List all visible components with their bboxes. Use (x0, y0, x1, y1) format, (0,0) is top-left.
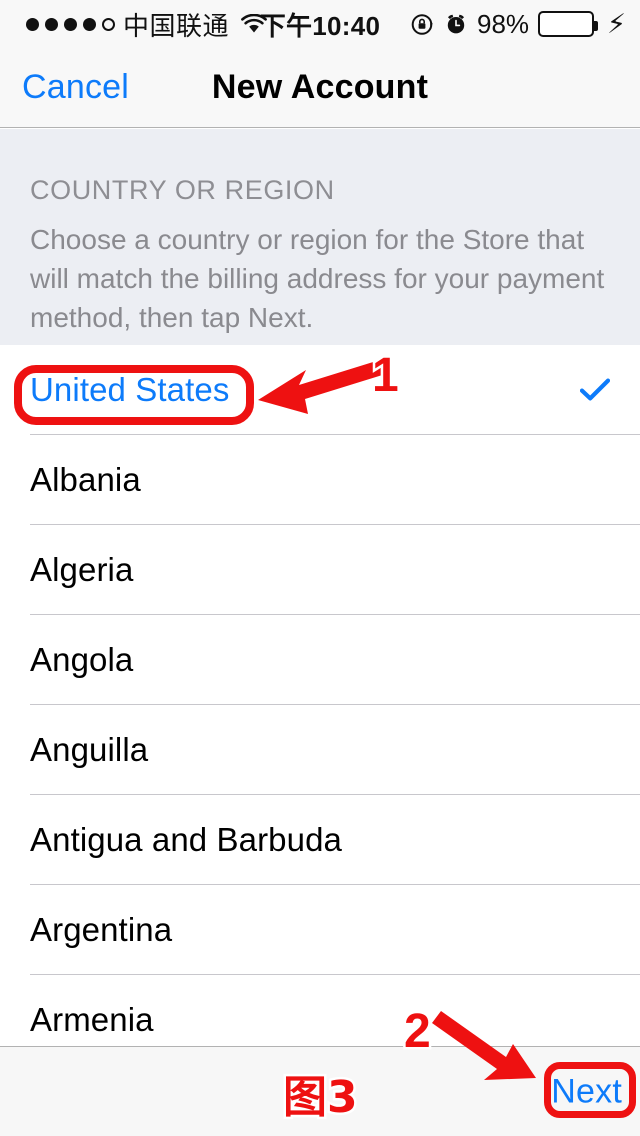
next-button[interactable]: Next (551, 1072, 622, 1111)
section-header-title: COUNTRY OR REGION (30, 177, 610, 204)
alarm-clock-icon (444, 12, 468, 36)
list-item[interactable]: United States (0, 345, 640, 435)
list-item-label: Anguilla (30, 731, 148, 769)
status-bar-right: 98% ⚡ (410, 0, 626, 48)
list-item-label: Algeria (30, 551, 133, 589)
list-item-label: Argentina (30, 911, 172, 949)
list-item-label: Angola (30, 641, 133, 679)
list-item-label: Albania (30, 461, 141, 499)
page-title: New Account (0, 48, 640, 127)
list-item-label: Armenia (30, 1001, 154, 1039)
bottom-toolbar: Next (0, 1046, 640, 1136)
country-list[interactable]: United States Albania Algeria Angola Ang… (0, 345, 640, 1046)
section-header-description: Choose a country or region for the Store… (30, 221, 610, 338)
list-item[interactable]: Angola (0, 615, 640, 705)
check-icon (580, 378, 610, 402)
section-header: COUNTRY OR REGION Choose a country or re… (0, 129, 640, 345)
list-item[interactable]: Anguilla (0, 705, 640, 795)
lightning-bolt-icon: ⚡ (607, 11, 626, 38)
list-item-label: Antigua and Barbuda (30, 821, 342, 859)
battery-icon (538, 11, 594, 37)
list-item[interactable]: Armenia (0, 975, 640, 1046)
list-item[interactable]: Antigua and Barbuda (0, 795, 640, 885)
status-bar: 中国联通 下午10:40 (0, 0, 640, 48)
iphone-screen: 中国联通 下午10:40 (0, 0, 640, 1136)
list-item[interactable]: Argentina (0, 885, 640, 975)
list-item-label: United States (30, 371, 229, 409)
list-item[interactable]: Algeria (0, 525, 640, 615)
list-item[interactable]: Albania (0, 435, 640, 525)
rotation-lock-icon (410, 12, 435, 37)
navigation-bar: Cancel New Account (0, 48, 640, 128)
battery-percent-label: 98% (477, 9, 529, 40)
